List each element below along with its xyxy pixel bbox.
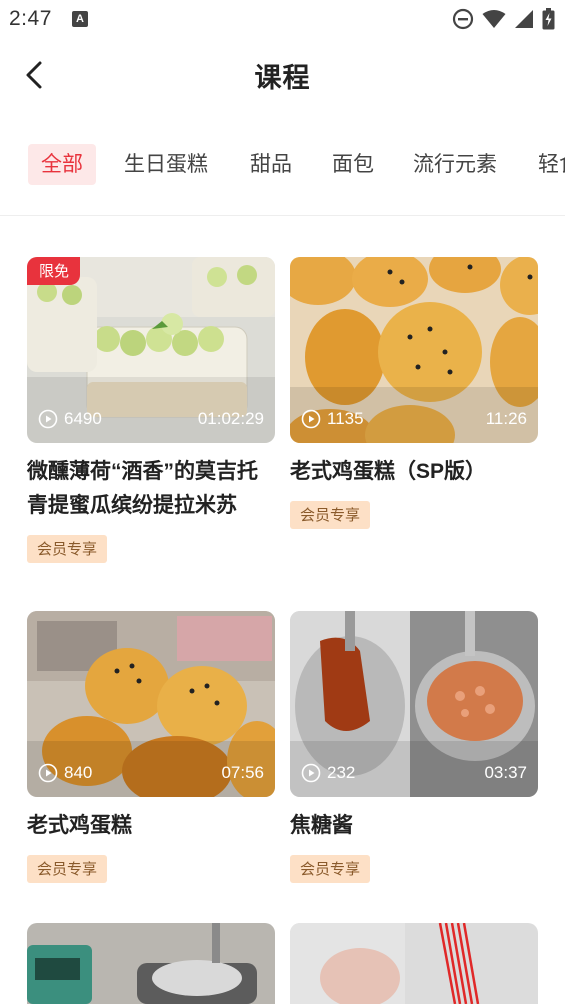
- status-bar: 2:47 A: [0, 0, 565, 38]
- battery-icon: [542, 8, 555, 30]
- member-tag: 会员专享: [290, 501, 371, 529]
- tab-birthday-cake[interactable]: 生日蛋糕: [124, 144, 208, 185]
- category-tabs: 全部 生日蛋糕 甜品 面包 流行元素 轻食: [0, 140, 565, 190]
- sugar-craft-image: [290, 923, 538, 1004]
- play-count: 840: [38, 763, 92, 783]
- tabs-divider: [0, 215, 565, 216]
- tab-bread[interactable]: 面包: [332, 144, 374, 185]
- play-count-value: 232: [327, 763, 356, 782]
- course-thumbnail[interactable]: [27, 923, 275, 1004]
- play-count-value: 840: [64, 763, 93, 782]
- play-icon: [301, 763, 321, 783]
- notification-icon: A: [72, 11, 88, 27]
- video-duration: 11:26: [485, 409, 527, 428]
- play-count: 232: [301, 763, 355, 783]
- course-title: 微醺薄荷“酒香”的莫吉托青提蜜瓜缤纷提拉米苏: [27, 460, 258, 517]
- tab-light-meal[interactable]: 轻食: [538, 144, 565, 185]
- course-card[interactable]: 1135 11:26 老式鸡蛋糕（SP版） 会员专享: [290, 257, 538, 529]
- member-tag: 会员专享: [27, 535, 108, 563]
- tab-desserts[interactable]: 甜品: [250, 144, 292, 185]
- play-icon: [38, 409, 58, 429]
- course-thumbnail[interactable]: [290, 923, 538, 1004]
- scale-pot-image: [27, 923, 275, 1004]
- tab-all[interactable]: 全部: [28, 144, 96, 185]
- video-duration: 03:37: [484, 763, 527, 782]
- course-card[interactable]: 840 07:56 老式鸡蛋糕 会员专享: [27, 611, 275, 883]
- status-icons: [452, 8, 555, 30]
- tab-trending[interactable]: 流行元素: [413, 144, 497, 185]
- play-icon: [301, 409, 321, 429]
- course-card[interactable]: [27, 923, 275, 1004]
- member-tag: 会员专享: [27, 855, 108, 883]
- course-thumbnail[interactable]: 1135 11:26: [290, 257, 538, 443]
- page-title: 课程: [254, 63, 311, 93]
- play-count-value: 1135: [327, 409, 364, 428]
- header: 课程: [0, 38, 565, 110]
- member-tag: 会员专享: [290, 855, 371, 883]
- signal-icon: [515, 10, 533, 28]
- do-not-disturb-icon: [452, 8, 474, 30]
- play-count-value: 6490: [64, 409, 102, 428]
- course-title: 老式鸡蛋糕: [27, 814, 132, 837]
- course-thumbnail[interactable]: 840 07:56: [27, 611, 275, 797]
- play-count: 1135: [301, 409, 364, 429]
- status-time: 2:47: [9, 7, 52, 30]
- course-card[interactable]: 限免 6490 01:02:29 微醺薄荷“酒香”的莫吉托青提蜜瓜缤纷提拉米苏 …: [27, 257, 275, 563]
- course-title: 焦糖酱: [290, 814, 353, 837]
- course-title: 老式鸡蛋糕（SP版）: [290, 460, 487, 483]
- course-card[interactable]: 232 03:37 焦糖酱 会员专享: [290, 611, 538, 883]
- course-card[interactable]: [290, 923, 538, 1004]
- play-count: 6490: [38, 409, 102, 429]
- course-thumbnail[interactable]: 232 03:37: [290, 611, 538, 797]
- play-icon: [38, 763, 58, 783]
- video-duration: 01:02:29: [197, 409, 264, 428]
- video-duration: 07:56: [221, 763, 264, 782]
- wifi-icon: [482, 10, 506, 28]
- free-badge: 限免: [27, 257, 81, 285]
- course-thumbnail[interactable]: 限免 6490 01:02:29: [27, 257, 275, 443]
